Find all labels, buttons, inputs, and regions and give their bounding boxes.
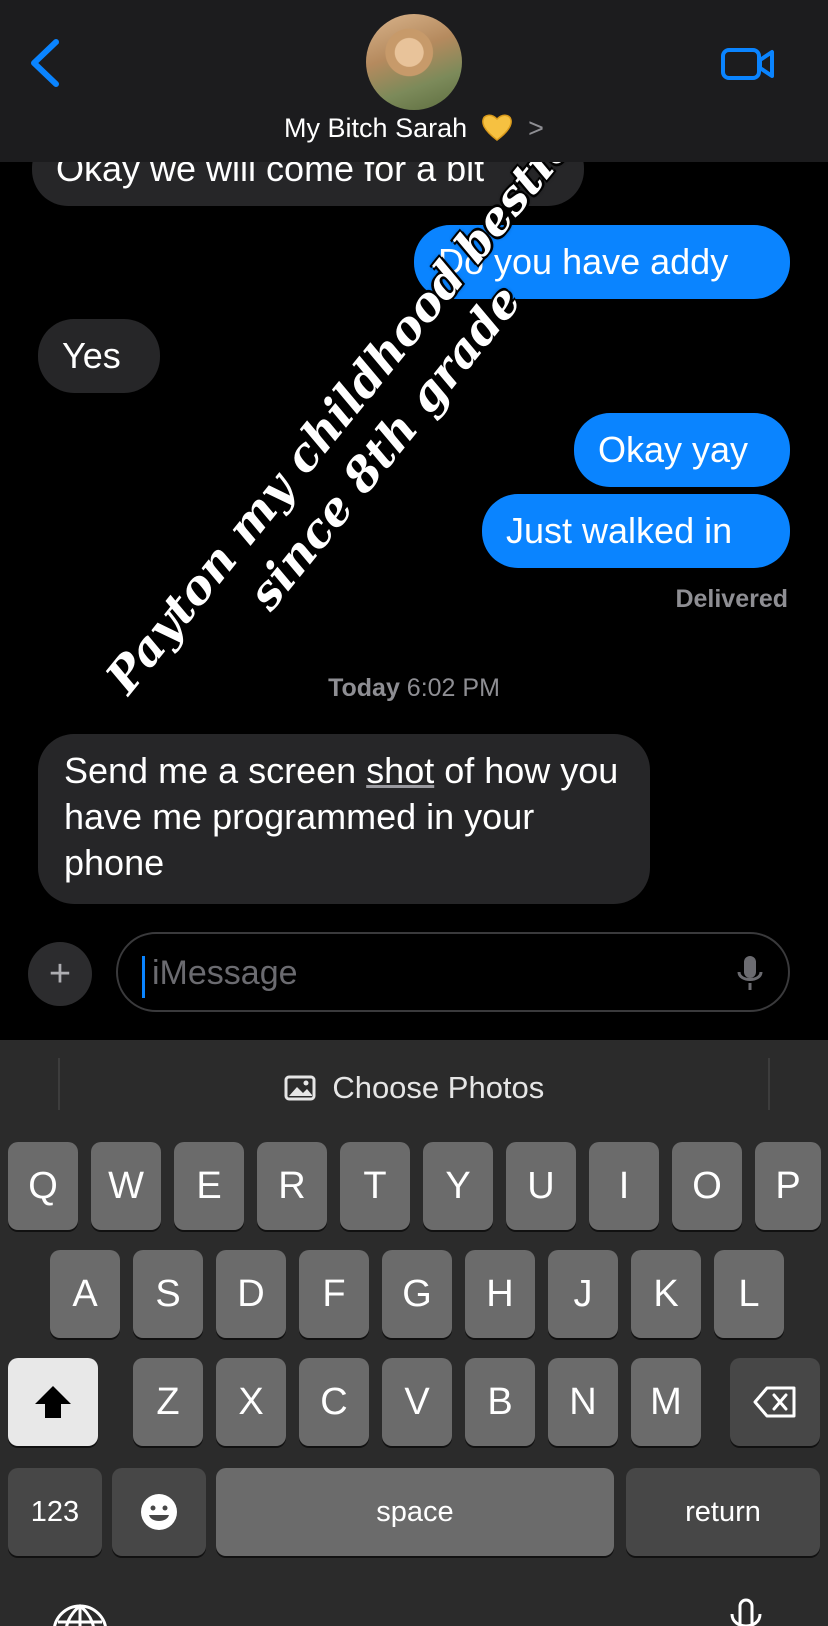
contact-avatar[interactable] [366, 14, 462, 110]
key-j[interactable]: J [548, 1250, 618, 1338]
message-timestamp: Today 6:02 PM [0, 674, 828, 703]
message-input-placeholder: iMessage [152, 954, 298, 992]
space-key[interactable]: space [216, 1468, 614, 1556]
globe-icon[interactable] [52, 1602, 108, 1626]
video-camera-icon[interactable] [720, 44, 776, 84]
chevron-right-icon: > [528, 113, 544, 143]
dictation-mic-icon[interactable] [726, 1596, 766, 1626]
contact-name-row[interactable]: My Bitch Sarah > [0, 112, 828, 144]
key-g[interactable]: G [382, 1250, 452, 1338]
key-f[interactable]: F [299, 1250, 369, 1338]
key-v[interactable]: V [382, 1358, 452, 1446]
key-e[interactable]: E [174, 1142, 244, 1230]
timestamp-time: 6:02 PM [406, 674, 500, 702]
delete-key[interactable] [730, 1358, 820, 1446]
choose-photos-button[interactable]: Choose Photos [0, 1070, 828, 1106]
message-text-part: Send me a screen [64, 750, 367, 791]
yellow-heart-icon [481, 114, 512, 141]
backspace-icon [753, 1386, 796, 1418]
message-text-underlined: shot [366, 750, 435, 791]
message-bubble-outgoing[interactable]: Just walked in [482, 494, 790, 568]
emoji-face-icon [141, 1494, 177, 1530]
key-k[interactable]: K [631, 1250, 701, 1338]
microphone-icon[interactable] [736, 954, 764, 994]
shift-arrow-icon [35, 1386, 71, 1418]
key-m[interactable]: M [631, 1358, 701, 1446]
key-c[interactable]: C [299, 1358, 369, 1446]
contact-name: My Bitch Sarah [284, 113, 468, 143]
emoji-key[interactable] [112, 1468, 206, 1556]
add-attachment-button[interactable]: + [28, 942, 92, 1006]
message-bubble-outgoing[interactable]: Do you have addy [414, 225, 790, 299]
key-s[interactable]: S [133, 1250, 203, 1338]
key-d[interactable]: D [216, 1250, 286, 1338]
key-r[interactable]: R [257, 1142, 327, 1230]
key-l[interactable]: L [714, 1250, 784, 1338]
timestamp-day: Today [328, 674, 400, 702]
key-o[interactable]: O [672, 1142, 742, 1230]
key-n[interactable]: N [548, 1358, 618, 1446]
key-q[interactable]: Q [8, 1142, 78, 1230]
key-x[interactable]: X [216, 1358, 286, 1446]
message-bubble-incoming-multiline[interactable]: Send me a screen shot of how you have me… [38, 734, 650, 904]
key-w[interactable]: W [91, 1142, 161, 1230]
message-input[interactable]: iMessage [116, 932, 790, 1012]
key-b[interactable]: B [465, 1358, 535, 1446]
delivered-status: Delivered [675, 585, 788, 613]
text-caret [142, 956, 145, 998]
key-a[interactable]: A [50, 1250, 120, 1338]
choose-photos-label: Choose Photos [332, 1070, 545, 1105]
key-u[interactable]: U [506, 1142, 576, 1230]
conversation-header: My Bitch Sarah > [0, 0, 828, 162]
key-y[interactable]: Y [423, 1142, 493, 1230]
keyboard: Choose Photos Q W E R T Y U I O P A S D … [0, 1040, 828, 1626]
key-i[interactable]: I [589, 1142, 659, 1230]
return-key[interactable]: return [626, 1468, 820, 1556]
message-bubble-incoming[interactable]: Yes [38, 319, 160, 393]
key-t[interactable]: T [340, 1142, 410, 1230]
key-z[interactable]: Z [133, 1358, 203, 1446]
message-bubble-outgoing[interactable]: Okay yay [574, 413, 790, 487]
back-chevron-icon[interactable] [26, 38, 66, 88]
key-h[interactable]: H [465, 1250, 535, 1338]
key-p[interactable]: P [755, 1142, 821, 1230]
numbers-key[interactable]: 123 [8, 1468, 102, 1556]
photo-icon [284, 1075, 316, 1101]
plus-icon: + [48, 953, 72, 995]
shift-key[interactable] [8, 1358, 98, 1446]
